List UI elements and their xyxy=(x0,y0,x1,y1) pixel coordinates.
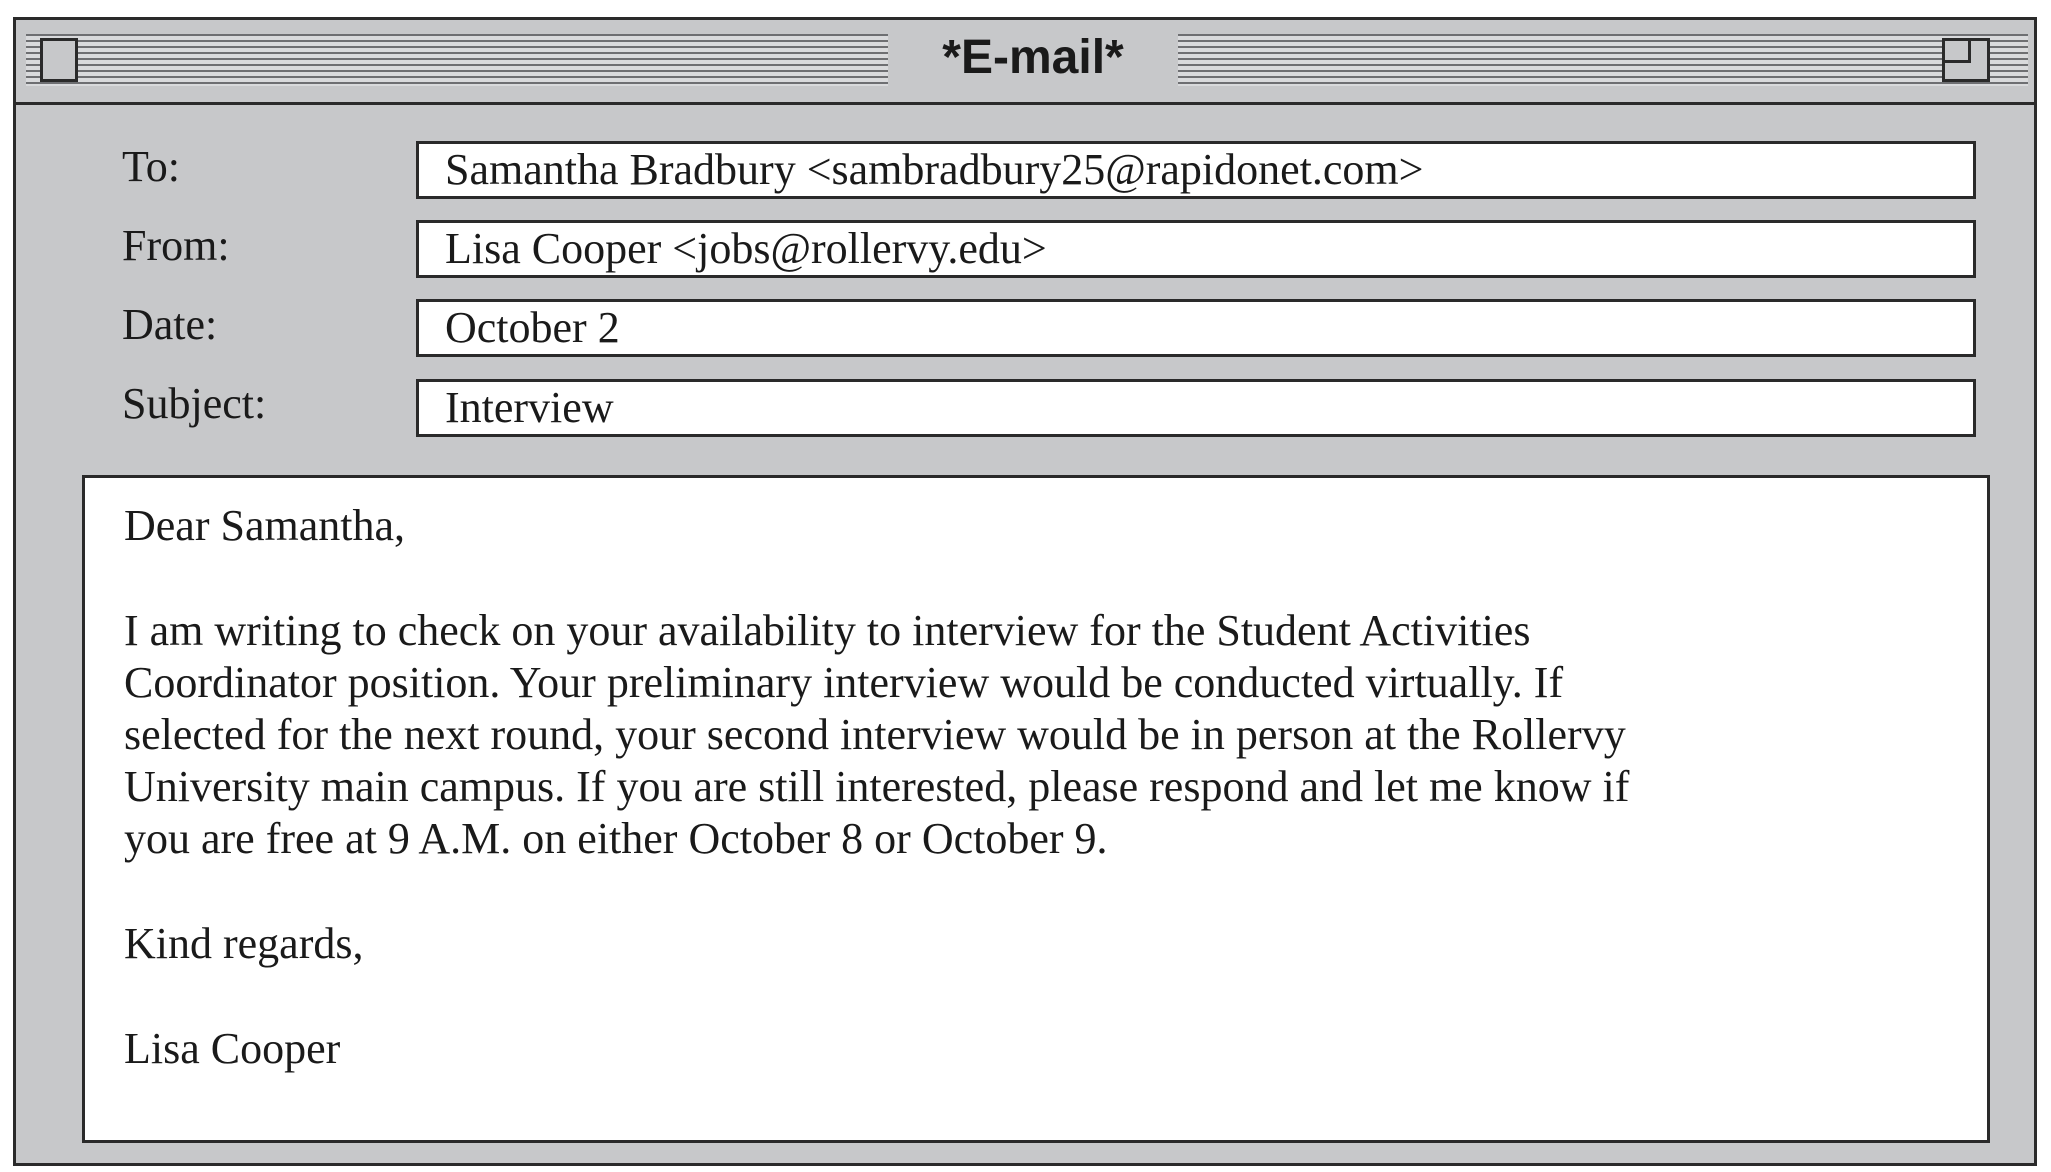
message-signature: Lisa Cooper xyxy=(124,1024,341,1073)
message-line: Coordinator position. Your preliminary i… xyxy=(124,658,1564,707)
message-paragraph: I am writing to check on your availabili… xyxy=(124,605,1924,865)
from-field[interactable]: Lisa Cooper <jobs@rollervy.edu> xyxy=(416,220,1976,278)
message-line: University main campus. If you are still… xyxy=(124,762,1630,811)
message-body[interactable]: Dear Samantha, I am writing to check on … xyxy=(82,475,1990,1143)
title-bar-stripes-right xyxy=(1178,34,2028,86)
window-title: *E-mail* xyxy=(888,26,1178,90)
close-box-icon[interactable] xyxy=(40,38,78,82)
from-label: From: xyxy=(122,221,230,270)
subject-field[interactable]: Interview xyxy=(416,379,1976,437)
date-field[interactable]: October 2 xyxy=(416,299,1976,357)
message-greeting: Dear Samantha, xyxy=(124,501,405,550)
message-closing: Kind regards, xyxy=(124,919,364,968)
title-bar-stripes-left xyxy=(26,34,888,86)
message-line: I am writing to check on your availabili… xyxy=(124,606,1531,655)
zoom-box-inner xyxy=(1945,41,1971,63)
zoom-box-icon[interactable] xyxy=(1942,38,1990,82)
subject-label: Subject: xyxy=(122,379,267,428)
message-line: you are free at 9 A.M. on either October… xyxy=(124,814,1108,863)
email-window: *E-mail* To: Samantha Bradbury <sambradb… xyxy=(13,17,2037,1166)
title-bar[interactable]: *E-mail* xyxy=(16,20,2034,105)
to-field[interactable]: Samantha Bradbury <sambradbury25@rapidon… xyxy=(416,141,1976,199)
message-line: selected for the next round, your second… xyxy=(124,710,1626,759)
date-label: Date: xyxy=(122,300,218,349)
to-label: To: xyxy=(122,142,181,191)
